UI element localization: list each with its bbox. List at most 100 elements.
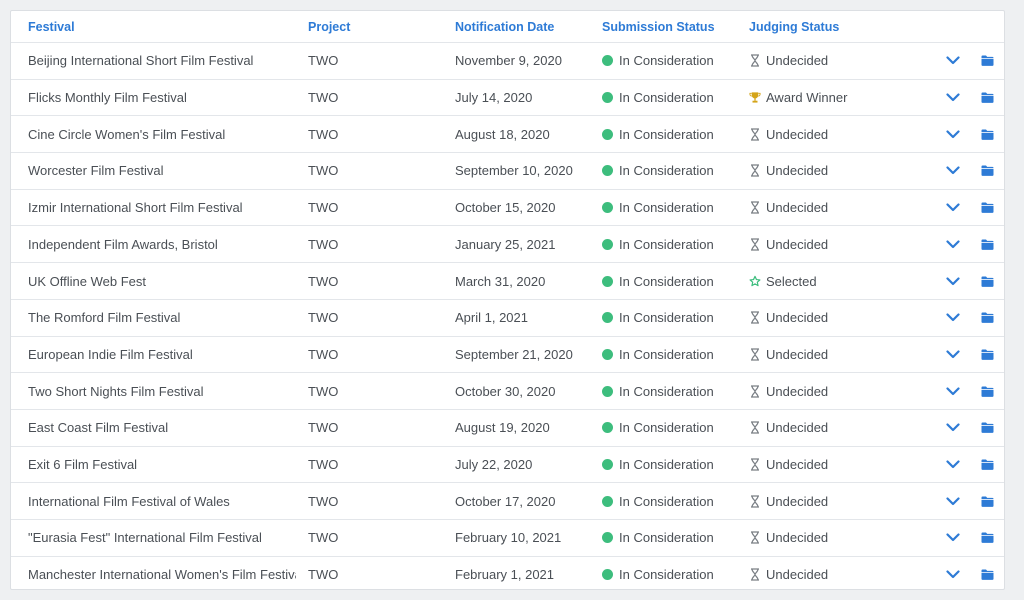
submission-status-label: In Consideration [619, 200, 714, 216]
notification-date: October 15, 2020 [455, 200, 556, 216]
open-folder-icon[interactable] [976, 300, 998, 336]
festival-name[interactable]: Izmir International Short Film Festival [28, 190, 296, 226]
expand-row-chevron-down-icon[interactable] [942, 557, 964, 589]
project-name: TWO [308, 420, 339, 436]
festival-name[interactable]: Manchester International Women's Film Fe… [28, 557, 296, 589]
open-folder-icon[interactable] [976, 43, 998, 79]
open-folder-icon[interactable] [976, 410, 998, 446]
open-folder-icon[interactable] [976, 520, 998, 556]
judging-status: Undecided [749, 116, 909, 152]
column-header-project[interactable]: Project [308, 11, 428, 42]
open-folder-icon[interactable] [976, 447, 998, 483]
festival-name[interactable]: Two Short Nights Film Festival [28, 373, 296, 409]
notification-date: August 19, 2020 [455, 420, 550, 436]
table-row[interactable]: Exit 6 Film Festival TWO July 22, 2020 In C… [11, 447, 1004, 484]
expand-row-chevron-down-icon[interactable] [942, 153, 964, 189]
expand-row-chevron-down-icon[interactable] [942, 116, 964, 152]
table-row[interactable]: Manchester International Women's Film Fe… [11, 557, 1004, 589]
judging-status-label: Undecided [766, 310, 829, 326]
table-row[interactable]: Izmir International Short Film Festival T… [11, 190, 1004, 227]
judging-status: Undecided [749, 520, 909, 556]
open-folder-icon[interactable] [976, 373, 998, 409]
column-header-notification-date[interactable]: Notification Date [455, 11, 595, 42]
column-header-festival[interactable]: Festival [28, 11, 296, 42]
festival-name[interactable]: "Eurasia Fest" International Film Festiv… [28, 520, 296, 556]
open-folder-icon[interactable] [976, 116, 998, 152]
expand-row-chevron-down-icon[interactable] [942, 190, 964, 226]
festival-name[interactable]: The Romford Film Festival [28, 300, 296, 336]
judging-status-label: Undecided [766, 420, 829, 436]
judging-status: Undecided [749, 557, 909, 589]
project-name: TWO [308, 567, 339, 583]
judging-status-label: Undecided [766, 163, 829, 179]
festival-name[interactable]: Independent Film Awards, Bristol [28, 227, 296, 263]
table-row[interactable]: Flicks Monthly Film Festival TWO July 14, … [11, 80, 1004, 117]
festival-name[interactable]: Beijing International Short Film Festiva… [28, 43, 296, 79]
table-row[interactable]: Beijing International Short Film Festiva… [11, 43, 1004, 80]
hourglass-icon [749, 311, 761, 325]
festival-name[interactable]: Exit 6 Film Festival [28, 447, 296, 483]
table-row[interactable]: Two Short Nights Film Festival TWO October… [11, 373, 1004, 410]
table-row[interactable]: The Romford Film Festival TWO April 1, 202… [11, 300, 1004, 337]
judging-status-label: Undecided [766, 457, 829, 473]
table-row[interactable]: Independent Film Awards, Bristol TWO Janua… [11, 227, 1004, 264]
open-folder-icon[interactable] [976, 337, 998, 373]
trophy-icon [749, 91, 761, 105]
status-dot-icon [602, 128, 613, 140]
expand-row-chevron-down-icon[interactable] [942, 227, 964, 263]
festival-name[interactable]: International Film Festival of Wales [28, 483, 296, 519]
column-header-judging-status[interactable]: Judging Status [749, 11, 909, 42]
notification-date: September 21, 2020 [455, 346, 573, 362]
expand-row-chevron-down-icon[interactable] [942, 410, 964, 446]
judging-status-label: Undecided [766, 346, 829, 362]
festival-name[interactable]: East Coast Film Festival [28, 410, 296, 446]
open-folder-icon[interactable] [976, 263, 998, 299]
table-row[interactable]: Cine Circle Women's Film Festival TWO Augu… [11, 116, 1004, 154]
table-row[interactable]: International Film Festival of Wales TWO O… [11, 483, 1004, 521]
expand-row-chevron-down-icon[interactable] [942, 337, 964, 373]
submission-status: In Consideration [602, 410, 742, 446]
table-row[interactable]: Worcester Film Festival TWO September 10, … [11, 153, 1004, 190]
festival-name[interactable]: Cine Circle Women's Film Festival [28, 116, 296, 152]
hourglass-icon [749, 384, 761, 398]
table-row[interactable]: European Indie Film Festival TWO September… [11, 337, 1004, 374]
project-name: TWO [308, 53, 339, 69]
open-folder-icon[interactable] [976, 190, 998, 226]
project-name: TWO [308, 200, 339, 216]
table-row[interactable]: UK Offline Web Fest TWO March 31, 2020 In C… [11, 263, 1004, 300]
expand-row-chevron-down-icon[interactable] [942, 373, 964, 409]
column-header-submission-status[interactable]: Submission Status [602, 11, 742, 42]
table-row[interactable]: East Coast Film Festival TWO August 19, 20… [11, 410, 1004, 447]
judging-status: Undecided [749, 410, 909, 446]
notification-date: January 25, 2021 [455, 236, 556, 252]
festival-name[interactable]: Flicks Monthly Film Festival [28, 80, 296, 116]
notification-date: August 18, 2020 [455, 126, 550, 142]
judging-status-label: Undecided [766, 126, 829, 142]
expand-row-chevron-down-icon[interactable] [942, 43, 964, 79]
open-folder-icon[interactable] [976, 483, 998, 519]
submission-status-label: In Consideration [619, 420, 714, 436]
judging-status: Undecided [749, 337, 909, 373]
expand-row-chevron-down-icon[interactable] [942, 263, 964, 299]
table-row[interactable]: "Eurasia Fest" International Film Festiv… [11, 520, 1004, 557]
open-folder-icon[interactable] [976, 153, 998, 189]
open-folder-icon[interactable] [976, 80, 998, 116]
open-folder-icon[interactable] [976, 557, 998, 589]
submission-status: In Consideration [602, 153, 742, 189]
judging-status: Undecided [749, 483, 909, 519]
notification-date: February 10, 2021 [455, 530, 562, 546]
open-folder-icon[interactable] [976, 227, 998, 263]
expand-row-chevron-down-icon[interactable] [942, 447, 964, 483]
project-name: TWO [308, 346, 339, 362]
expand-row-chevron-down-icon[interactable] [942, 520, 964, 556]
expand-row-chevron-down-icon[interactable] [942, 483, 964, 519]
expand-row-chevron-down-icon[interactable] [942, 300, 964, 336]
submission-status: In Consideration [602, 43, 742, 79]
festival-name[interactable]: UK Offline Web Fest [28, 263, 296, 299]
judging-status-label: Undecided [766, 530, 829, 546]
submission-status-label: In Consideration [619, 126, 714, 142]
expand-row-chevron-down-icon[interactable] [942, 80, 964, 116]
submission-status-label: In Consideration [619, 530, 714, 546]
festival-name[interactable]: Worcester Film Festival [28, 153, 296, 189]
festival-name[interactable]: European Indie Film Festival [28, 337, 296, 373]
